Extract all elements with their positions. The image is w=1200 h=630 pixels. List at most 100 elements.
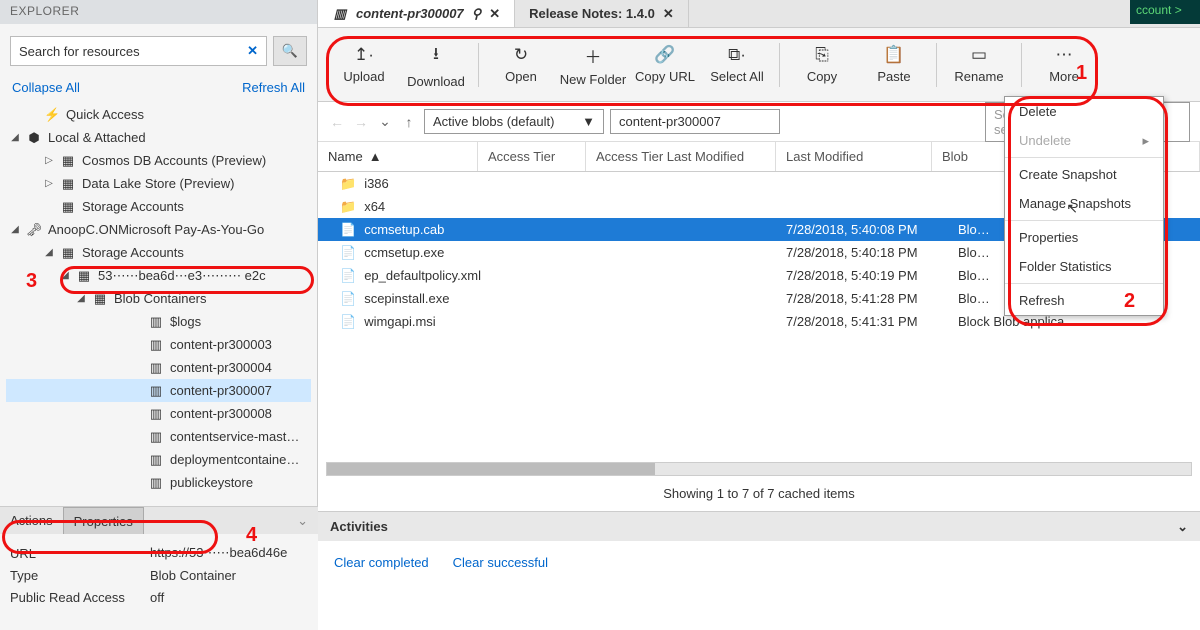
scrollbar-thumb[interactable] <box>327 463 655 475</box>
tab-label: content-pr300007 <box>356 6 464 21</box>
menu-properties[interactable]: Properties <box>1005 223 1163 252</box>
activities-body: Clear completed Clear successful <box>318 541 1200 584</box>
path-input[interactable]: content-pr300007 <box>610 109 780 134</box>
up-icon[interactable]: ↑ <box>400 114 418 130</box>
tree-cosmos[interactable]: ▷▦Cosmos DB Accounts (Preview) <box>6 149 311 172</box>
tree-logs[interactable]: ▥$logs <box>6 310 311 333</box>
tree-datalake[interactable]: ▷▦Data Lake Store (Preview) <box>6 172 311 195</box>
tree-storage[interactable]: ▦Storage Accounts <box>6 195 311 218</box>
tree-sub-storage[interactable]: ◢▦Storage Accounts <box>6 241 311 264</box>
tree-svc[interactable]: ▥contentservice-mast… <box>6 425 311 448</box>
horizontal-scrollbar[interactable] <box>326 462 1192 476</box>
file-modified: 7/28/2018, 5:40:08 PM <box>776 222 948 237</box>
file-modified: 7/28/2018, 5:41:31 PM <box>776 314 948 329</box>
label: content-pr300007 <box>170 383 272 398</box>
file-name: i386 <box>364 176 389 191</box>
tree-quick-access[interactable]: ⚡Quick Access <box>6 103 311 126</box>
menu-delete[interactable]: Delete <box>1005 97 1163 126</box>
refresh-all-link[interactable]: Refresh All <box>242 80 305 95</box>
file-name: ccmsetup.exe <box>364 245 444 260</box>
tab-properties[interactable]: Properties <box>63 507 144 535</box>
tab-label: Release Notes: 1.4.0 <box>529 6 655 21</box>
menu-manage-snapshots[interactable]: Manage Snapshots <box>1005 189 1163 218</box>
col-mod[interactable]: Last Modified <box>776 142 932 171</box>
label: Copy URL <box>635 69 695 84</box>
col-tier-mod[interactable]: Access Tier Last Modified <box>586 142 776 171</box>
label: More <box>1049 69 1079 84</box>
tree-subscription[interactable]: ◢🗝AnoopC.ONMicrosoft Pay-As-You-Go <box>6 218 311 241</box>
new-folder-button[interactable]: ＋ New Folder <box>557 35 629 95</box>
separator <box>1005 157 1163 158</box>
prop-pra-value: off <box>150 590 164 605</box>
col-name[interactable]: Name▲ <box>318 142 478 171</box>
overlay-account: ccount > <box>1130 0 1200 24</box>
rename-button[interactable]: ▭Rename <box>943 35 1015 95</box>
status-text: Showing 1 to 7 of 7 cached items <box>318 476 1200 511</box>
search-button[interactable]: 🔍 <box>273 36 307 66</box>
activities-header[interactable]: Activities⌄ <box>318 511 1200 541</box>
upload-button[interactable]: ↥·Upload <box>328 35 400 95</box>
tree-dep[interactable]: ▥deploymentcontaine… <box>6 448 311 471</box>
explorer-panel: EXPLORER Search for resources ✕ 🔍 Collap… <box>0 0 318 630</box>
tab-release-notes[interactable]: Release Notes: 1.4.0 ✕ <box>515 0 689 27</box>
tree-c7[interactable]: ▥content-pr300007 <box>6 379 311 402</box>
clear-successful-link[interactable]: Clear successful <box>453 555 548 570</box>
file-icon: 📁 <box>340 176 356 192</box>
clear-icon[interactable]: ✕ <box>247 43 258 59</box>
search-icon: 🔍 <box>282 43 298 59</box>
col-tier[interactable]: Access Tier <box>478 142 586 171</box>
copy-url-button[interactable]: 🔗Copy URL <box>629 35 701 95</box>
label: Download <box>407 74 465 89</box>
copy-button[interactable]: ⎘Copy <box>786 35 858 95</box>
tree-blob-containers[interactable]: ◢▦Blob Containers <box>6 287 311 310</box>
file-name: wimgapi.msi <box>364 314 436 329</box>
tree-account[interactable]: ◢▦53⋯⋯bea6d⋯e3⋯⋯⋯ e2c <box>6 264 311 287</box>
tree-local-attached[interactable]: ◢⬢Local & Attached <box>6 126 311 149</box>
tree-c4[interactable]: ▥content-pr300004 <box>6 356 311 379</box>
file-name: x64 <box>364 199 385 214</box>
rename-icon: ▭ <box>971 45 987 65</box>
close-icon[interactable]: ✕ <box>663 6 674 22</box>
tab-container[interactable]: ▥ content-pr300007 ⚲ ✕ <box>318 0 515 27</box>
separator <box>478 43 479 87</box>
sort-asc-icon: ▲ <box>369 149 382 164</box>
select-all-icon: ⧉· <box>728 45 746 65</box>
label: New Folder <box>560 72 626 87</box>
filter-dropdown[interactable]: Active blobs (default)▼ <box>424 109 604 134</box>
search-input[interactable]: Search for resources ✕ <box>10 36 267 66</box>
pin-icon[interactable]: ⚲ <box>472 6 482 22</box>
context-menu: Delete Undelete Create Snapshot Manage S… <box>1004 96 1164 316</box>
menu-folder-stats[interactable]: Folder Statistics <box>1005 252 1163 281</box>
label: content-pr300008 <box>170 406 272 421</box>
file-type: Block Blob applica <box>948 314 1200 329</box>
chevron-down-icon[interactable]: ⌄ <box>1177 519 1188 535</box>
search-row: Search for resources ✕ 🔍 <box>0 24 317 78</box>
cursor-icon: ↖ <box>1066 200 1078 217</box>
close-icon[interactable]: ✕ <box>489 6 500 22</box>
clear-completed-link[interactable]: Clear completed <box>334 555 429 570</box>
separator <box>1005 220 1163 221</box>
open-button[interactable]: ↻Open <box>485 35 557 95</box>
tree-c8[interactable]: ▥content-pr300008 <box>6 402 311 425</box>
collapse-all-link[interactable]: Collapse All <box>12 80 80 95</box>
container-icon: ▥ <box>332 6 348 22</box>
chevron-down-icon[interactable]: ⌄ <box>297 513 308 529</box>
menu-create-snapshot[interactable]: Create Snapshot <box>1005 160 1163 189</box>
tree-pub[interactable]: ▥publickeystore <box>6 471 311 494</box>
history-icon[interactable]: ⌄ <box>376 113 394 130</box>
select-all-button[interactable]: ⧉·Select All <box>701 35 773 95</box>
back-icon: ← <box>328 114 346 130</box>
menu-refresh[interactable]: Refresh <box>1005 286 1163 315</box>
label: Storage Accounts <box>82 245 184 260</box>
label: Active blobs (default) <box>433 114 554 129</box>
paste-icon: 📋 <box>883 45 904 65</box>
label: 53⋯⋯bea6d⋯e3⋯⋯⋯ e2c <box>98 268 266 284</box>
download-button[interactable]: ⭳Download <box>400 35 472 95</box>
tree-c3[interactable]: ▥content-pr300003 <box>6 333 311 356</box>
file-name: scepinstall.exe <box>364 291 449 306</box>
bottom-tabs: Actions Properties ⌄ <box>0 506 318 534</box>
menu-undelete: Undelete <box>1005 126 1163 155</box>
plus-icon: ＋ <box>585 43 602 68</box>
more-button[interactable]: ⋯More <box>1028 35 1100 95</box>
tab-actions[interactable]: Actions <box>0 507 63 534</box>
